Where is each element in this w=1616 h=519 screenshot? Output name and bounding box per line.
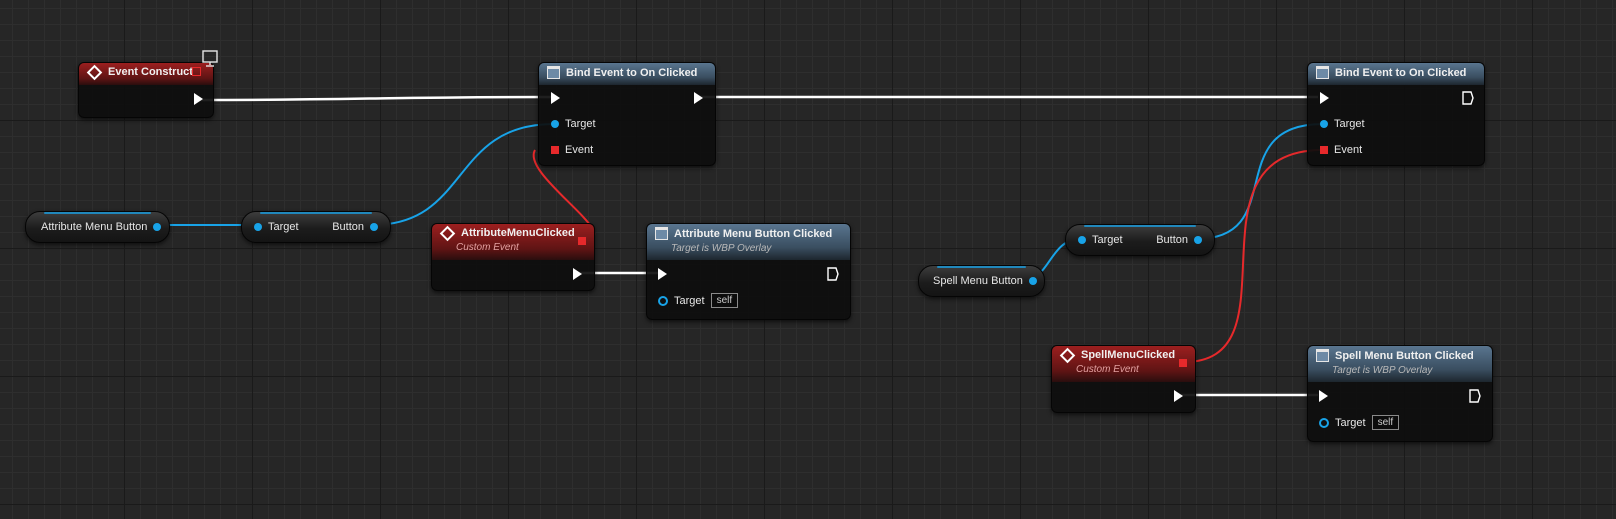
object-wire-attr-get-bind1 (371, 123, 555, 226)
exec-wire-construct-bind1 (197, 95, 552, 102)
pin-label: Target (565, 118, 596, 130)
pin-label: Target (1334, 118, 1365, 130)
function-icon (1316, 66, 1329, 79)
function-icon (547, 66, 560, 79)
spell-menu-button-clicked-node[interactable]: Spell Menu Button Clicked Target is WBP … (1307, 345, 1493, 442)
attribute-button-getter-node[interactable]: Target Button (241, 211, 391, 243)
delegate-output-pin[interactable] (578, 237, 586, 245)
node-title: Attribute Menu Button Clicked (674, 227, 833, 240)
monitor-icon (202, 50, 218, 67)
bind-event-node-1[interactable]: Bind Event to On Clicked Target Event (538, 62, 716, 166)
exec-output-pin[interactable] (1174, 390, 1183, 402)
delegate-output-pin[interactable] (1179, 359, 1187, 367)
object-input-pin[interactable] (658, 295, 668, 306)
object-output-pin[interactable] (370, 223, 378, 231)
pin-label: Event (565, 144, 594, 156)
exec-output-pin[interactable] (1462, 91, 1474, 105)
exec-input-pin[interactable] (1320, 92, 1329, 104)
event-diamond-icon (1059, 347, 1076, 363)
object-wire-spell-get-bind2 (1195, 123, 1324, 240)
object-input-pin[interactable] (1078, 236, 1086, 244)
spell-button-getter-node[interactable]: Target Button (1065, 224, 1215, 256)
variable-label: Spell Menu Button (933, 275, 1023, 287)
exec-output-pin[interactable] (694, 92, 703, 104)
exec-output-pin[interactable] (1469, 389, 1481, 403)
self-value-box[interactable]: self (1371, 415, 1400, 430)
exec-input-pin[interactable] (658, 268, 667, 280)
object-input-pin[interactable] (254, 223, 262, 231)
object-input-pin[interactable] (1319, 417, 1329, 428)
attribute-menu-button-clicked-node[interactable]: Attribute Menu Button Clicked Target is … (646, 223, 851, 320)
object-input-pin[interactable] (551, 120, 559, 128)
exec-input-pin[interactable] (551, 92, 560, 104)
function-icon (655, 227, 668, 240)
object-output-pin[interactable] (1028, 277, 1037, 285)
attribute-menu-button-variable[interactable]: Attribute Menu Button (25, 211, 170, 243)
node-title: Bind Event to On Clicked (1335, 66, 1467, 79)
pin-label: Target (1092, 234, 1123, 246)
pin-label: Button (332, 221, 364, 233)
delegate-input-pin[interactable] (551, 146, 559, 154)
node-title: SpellMenuClicked (1081, 349, 1176, 361)
attribute-menu-clicked-event-node[interactable]: AttributeMenuClicked Custom Event (431, 223, 595, 291)
exec-output-pin[interactable] (827, 267, 839, 281)
pin-label: Target (268, 221, 299, 233)
node-title: Spell Menu Button Clicked (1335, 349, 1474, 362)
event-construct-node[interactable]: Event Construct (78, 62, 214, 118)
exec-output-pin[interactable] (573, 268, 582, 280)
node-subtitle: Target is WBP Overlay (1332, 365, 1433, 376)
node-subtitle: Custom Event (456, 242, 519, 253)
delegate-input-pin[interactable] (1320, 146, 1328, 154)
delegate-wire-spell-event-bind2 (1183, 149, 1324, 363)
node-title: Event Construct (108, 66, 193, 78)
pin-label: Button (1156, 234, 1188, 246)
node-title: AttributeMenuClicked (461, 227, 575, 239)
node-title: Bind Event to On Clicked (566, 66, 698, 79)
bind-event-node-2[interactable]: Bind Event to On Clicked Target Event (1307, 62, 1485, 166)
event-diamond-icon (86, 64, 103, 80)
node-subtitle: Target is WBP Overlay (671, 243, 772, 254)
exec-output-pin[interactable] (194, 93, 203, 105)
function-icon (1316, 349, 1329, 362)
object-input-pin[interactable] (1320, 120, 1328, 128)
spell-menu-clicked-event-node[interactable]: SpellMenuClicked Custom Event (1051, 345, 1196, 413)
pin-label: Target (1335, 416, 1366, 429)
event-diamond-icon (439, 225, 456, 241)
exec-input-pin[interactable] (1319, 390, 1328, 402)
spell-menu-button-variable[interactable]: Spell Menu Button (918, 265, 1045, 297)
variable-label: Attribute Menu Button (41, 221, 148, 233)
self-value-box[interactable]: self (710, 293, 739, 308)
object-output-pin[interactable] (153, 223, 162, 231)
delegate-output-pin[interactable] (192, 67, 201, 76)
object-output-pin[interactable] (1194, 236, 1202, 244)
node-subtitle: Custom Event (1076, 364, 1139, 375)
pin-label: Target (674, 294, 705, 307)
pin-label: Event (1334, 144, 1363, 156)
